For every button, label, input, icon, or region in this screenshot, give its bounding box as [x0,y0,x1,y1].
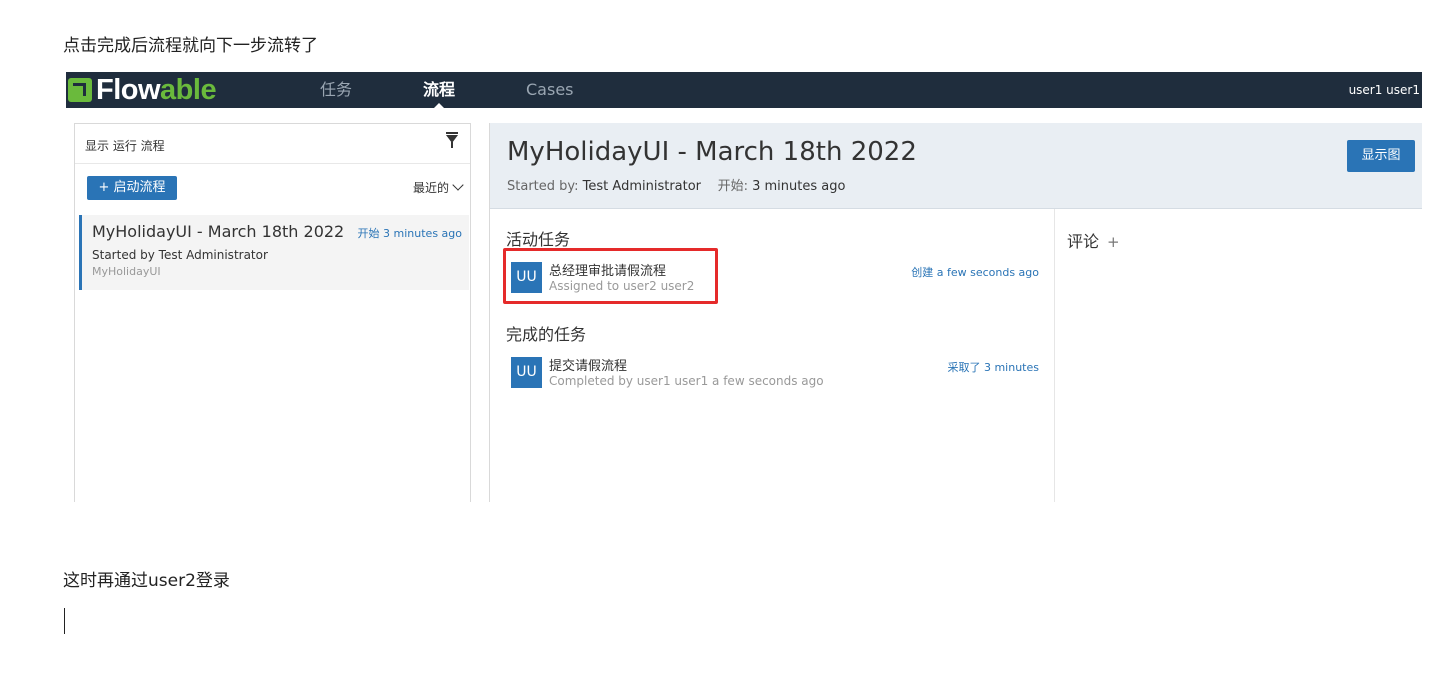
text-cursor [64,608,65,634]
column-divider [1054,209,1055,502]
process-list-item[interactable]: MyHolidayUI - March 18th 2022 开始 3 minut… [79,215,469,290]
process-detail-panel: MyHolidayUI - March 18th 2022 Started by… [489,123,1422,502]
start-value: 3 minutes ago [752,179,846,194]
started-by-label: Started by: [507,179,579,194]
process-list-panel: 显示 运行 流程 + 启动流程 最近的 MyHolidayUI - March … [74,123,471,502]
comments-heading: 评论 [1067,232,1100,251]
show-diagram-button[interactable]: 显示图 [1347,140,1415,172]
filter-summary[interactable]: 显示 运行 流程 [85,137,165,154]
logo-text: Flowable [96,73,217,106]
completed-task-item[interactable]: UU 提交请假流程 Completed by user1 user1 a few… [511,355,1041,391]
completed-tasks-heading: 完成的任务 [506,325,587,344]
sort-dropdown[interactable]: 最近的 [412,179,464,196]
nav-processes[interactable]: 流程 [423,72,455,109]
add-comment-icon[interactable]: + [1107,233,1120,251]
filter-icon[interactable] [446,132,458,148]
chevron-down-icon [452,179,464,191]
task-created-time: 创建 a few seconds ago [911,266,1039,279]
divider [75,163,470,164]
process-item-definition: MyHolidayUI [92,265,161,278]
flowable-logo-icon [68,78,92,102]
top-navbar: Flowable 任务 流程 Cases user1 user1 [66,72,1422,109]
avatar: UU [511,357,542,388]
task-duration: 采取了 3 minutes [947,361,1039,374]
process-item-title: MyHolidayUI - March 18th 2022 [92,222,345,241]
comments-section: 评论 + [1067,228,1120,252]
sort-label: 最近的 [412,181,449,195]
process-item-time: 开始 3 minutes ago [357,227,462,240]
nav-tasks[interactable]: 任务 [320,72,352,108]
red-highlight-box [503,248,718,304]
doc-after-text: 这时再通过user2登录 [63,571,230,591]
nav-cases[interactable]: Cases [526,72,574,108]
doc-intro-text: 点击完成后流程就向下一步流转了 [63,36,318,56]
flowable-screenshot: Flowable 任务 流程 Cases user1 user1 显示 运行 流… [66,72,1422,502]
start-label: 开始: [717,179,748,194]
user-menu[interactable]: user1 user1 [1349,72,1420,108]
process-detail-header: MyHolidayUI - March 18th 2022 Started by… [490,123,1422,209]
active-tasks-heading: 活动任务 [506,230,571,249]
process-detail-meta: Started by: Test Administrator 开始: 3 min… [507,175,845,194]
process-detail-title: MyHolidayUI - March 18th 2022 [507,137,917,167]
start-process-button[interactable]: + 启动流程 [87,176,177,200]
started-by-value: Test Administrator [582,179,702,194]
flowable-logo[interactable]: Flowable [68,73,217,106]
process-item-started-by: Started by Test Administrator [92,248,268,262]
task-completed-by: Completed by user1 user1 a few seconds a… [549,374,824,388]
task-name: 提交请假流程 [549,359,628,374]
